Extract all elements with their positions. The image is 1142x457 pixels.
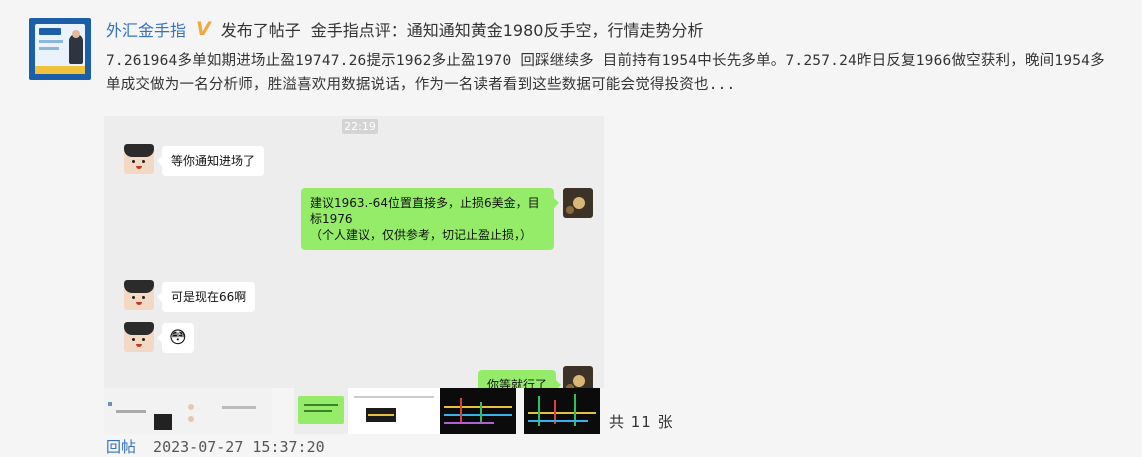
thumb-shape [368, 414, 394, 416]
avatar-line [39, 40, 63, 43]
image-thumbnail[interactable] [524, 388, 600, 434]
post-timestamp: 2023-07-27 15:37:20 [153, 438, 325, 456]
thumb-shape [154, 414, 172, 430]
avatar-glow [573, 375, 585, 387]
avatar-hair [124, 144, 154, 157]
thumb-shape [354, 396, 434, 398]
avatar-hair [124, 322, 154, 335]
chat-avatar-self [563, 188, 593, 218]
avatar-eye [142, 338, 145, 341]
thumb-shape [304, 404, 338, 406]
chat-screenshot[interactable]: 22:19 等你通知进场了 建议1963.-64位置直接多，止损6美金，目标19… [104, 116, 604, 388]
avatar-mouth [136, 344, 142, 347]
chat-avatar-self [563, 366, 593, 388]
avatar-face [72, 30, 80, 38]
chat-message: 你等就行了 [478, 370, 562, 388]
avatar-line [39, 47, 59, 50]
chat-emoji-message: 😳 [157, 323, 194, 353]
author-name[interactable]: 外汇金手指 [106, 17, 186, 41]
author-avatar[interactable] [29, 18, 91, 80]
thumb-shape [116, 410, 146, 413]
chat-avatar-cartoon [124, 144, 154, 174]
reply-link[interactable]: 回帖 [106, 438, 136, 456]
thumb-line [528, 420, 588, 422]
image-thumbnail[interactable] [294, 388, 348, 434]
thumb-shape [222, 406, 256, 409]
avatar-eye [132, 296, 135, 299]
thumb-shape [188, 404, 194, 410]
avatar-eye [132, 338, 135, 341]
avatar-eye [132, 160, 135, 163]
chat-avatar-cartoon [124, 280, 154, 310]
avatar-band [35, 66, 85, 74]
image-thumbnail[interactable] [104, 388, 272, 434]
thumb-shape [108, 402, 112, 406]
thumb-shape [304, 410, 332, 412]
chat-avatar-cartoon [124, 322, 154, 352]
thumb-line [444, 414, 512, 416]
avatar-glow [566, 206, 574, 214]
image-thumbnail[interactable] [440, 388, 516, 434]
avatar-mouth [136, 166, 142, 169]
image-thumbnail[interactable] [348, 388, 440, 434]
avatar-hair [124, 280, 154, 293]
post-title[interactable]: 金手指点评：通知通知黄金1980反手空，行情走势分析 [311, 17, 704, 41]
thumb-shape [188, 416, 194, 422]
post-header: 外汇金手指 V 发布了帖子 金手指点评：通知通知黄金1980反手空，行情走势分析 [106, 17, 703, 41]
chat-message: 可是现在66啊 [156, 282, 256, 312]
chat-message: 等你通知进场了 [156, 146, 265, 176]
avatar-glow [573, 197, 585, 209]
avatar-tag [39, 28, 61, 35]
chat-time: 22:19 [342, 119, 378, 134]
avatar-mouth [136, 302, 142, 305]
image-count: 共 11 张 [609, 413, 674, 431]
avatar-eye [142, 296, 145, 299]
verified-v-icon: V [196, 18, 211, 40]
post-action: 发布了帖子 [220, 21, 301, 40]
avatar-person [69, 34, 83, 64]
thumb-line [444, 406, 512, 408]
avatar-eye [142, 160, 145, 163]
thumb-line [444, 422, 494, 424]
chat-message: 建议1963.-64位置直接多，止损6美金，目标1976 （个人建议，仅供参考，… [301, 188, 559, 250]
thumb-line [460, 398, 462, 424]
post-excerpt[interactable]: 7.261964多单如期进场止盈19747.26提示1962多止盈1970 回踩… [106, 49, 1116, 97]
thumb-line [480, 402, 482, 422]
